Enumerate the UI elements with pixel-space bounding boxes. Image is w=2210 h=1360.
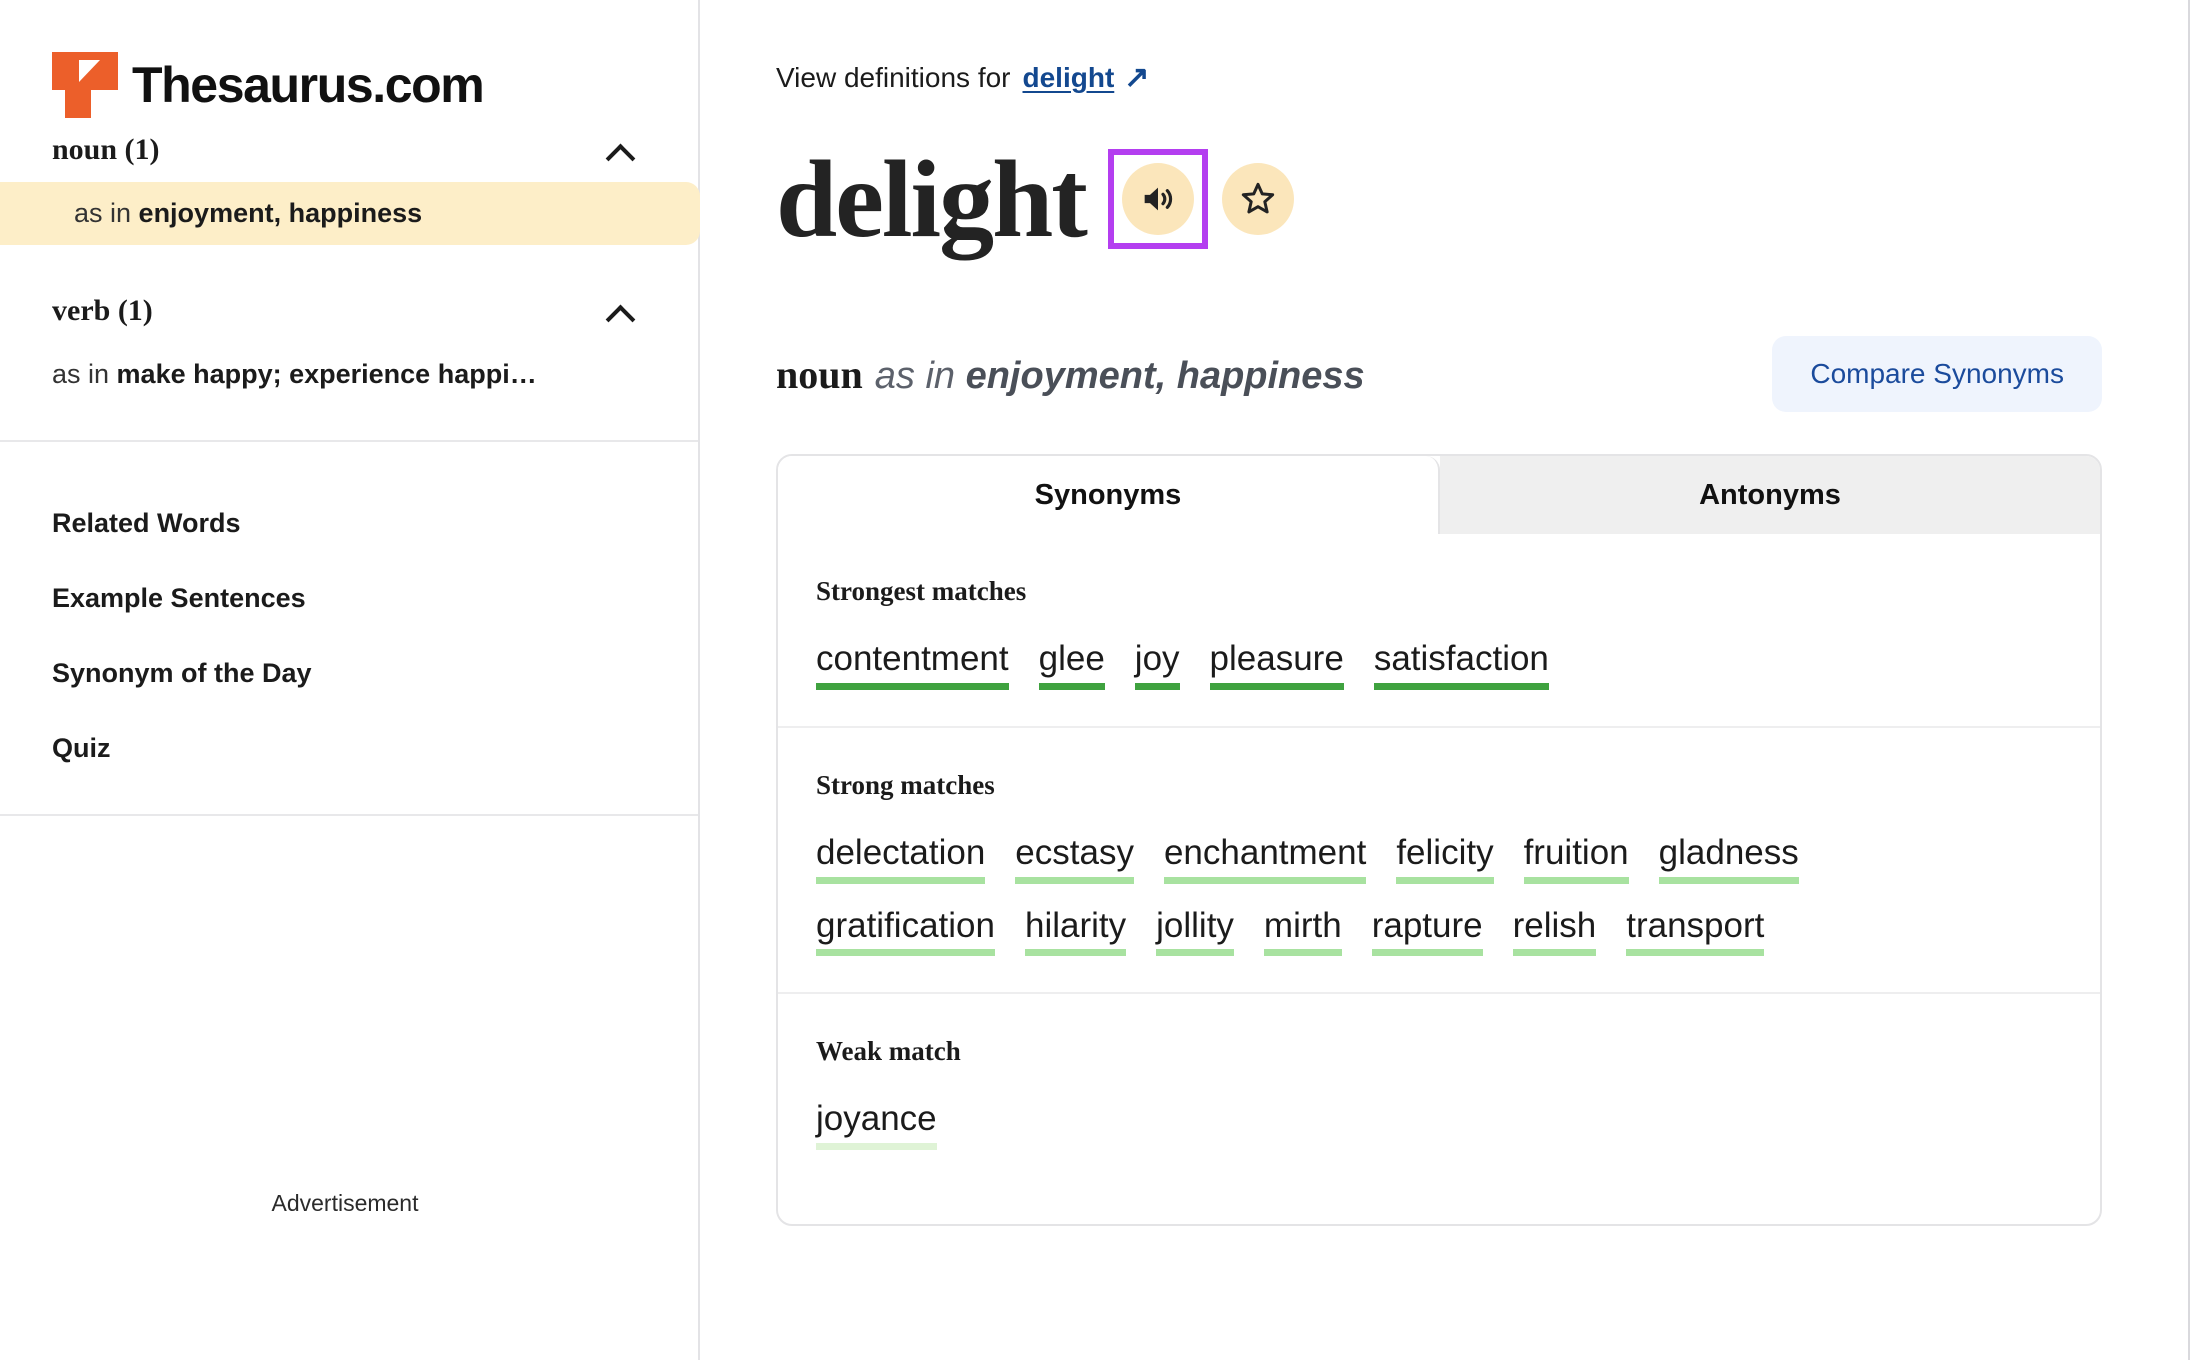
sidebar-sense-verb-0[interactable]: as in make happy; experience happi… <box>30 343 646 406</box>
pos-title-noun: noun (1) <box>52 133 160 166</box>
sense-label: make happy; experience happi… <box>116 359 537 389</box>
thesaurus-t-logo-icon <box>52 52 118 118</box>
scrollbar-thumb[interactable] <box>2195 0 2207 430</box>
pos-header-verb[interactable]: verb (1) <box>52 279 646 343</box>
synonym-word[interactable]: relish <box>1512 907 1596 957</box>
synonym-word[interactable]: satisfaction <box>1373 640 1550 690</box>
sense-as-in: as in enjoyment, happiness <box>875 355 1365 397</box>
sense-prefix: as in <box>52 359 117 389</box>
synonym-word[interactable]: ecstasy <box>1015 834 1134 884</box>
match-group-strong: Strong matches delectation ecstasy encha… <box>778 725 2100 993</box>
sidebar: Thesaurus.com noun (1) as in enjoyment, … <box>0 0 700 1360</box>
synonym-word[interactable]: jollity <box>1156 907 1234 957</box>
synonym-word[interactable]: enchantment <box>1163 834 1367 884</box>
synonym-word[interactable]: pleasure <box>1209 640 1345 690</box>
word-rows: delectation ecstasy enchantment felicity… <box>816 834 2062 957</box>
view-definitions-prefix: View definitions for <box>776 62 1011 93</box>
advertisement-label: Advertisement <box>271 1190 419 1216</box>
pos-group-noun: noun (1) as in enjoyment, happiness <box>0 118 700 245</box>
sense-pos: noun <box>776 351 863 397</box>
match-group-strongest: Strongest matches contentment glee joy p… <box>778 534 2100 726</box>
sidebar-divider-bottom <box>0 814 698 816</box>
synonym-word[interactable]: joy <box>1134 640 1180 690</box>
synonym-word[interactable]: transport <box>1626 907 1765 957</box>
synonym-word[interactable]: gratification <box>816 907 995 957</box>
sidebar-nav: Related Words Example Sentences Synonym … <box>0 442 698 786</box>
pos-group-verb: verb (1) as in make happy; experience ha… <box>0 279 698 406</box>
synonym-word[interactable]: joyance <box>816 1100 937 1150</box>
tab-bar: Synonyms Antonyms <box>778 456 2100 534</box>
speaker-audio-icon <box>1144 187 1173 211</box>
word-row: gratification hilarity jollity mirth rap… <box>816 907 2062 957</box>
synonym-word[interactable]: felicity <box>1396 834 1494 884</box>
synonym-word[interactable]: mirth <box>1263 907 1342 957</box>
chevron-up-icon[interactable] <box>606 302 636 320</box>
chevron-up-icon[interactable] <box>606 141 636 159</box>
sense-prefix: as in <box>874 354 966 397</box>
match-group-title: Strongest matches <box>816 576 1027 606</box>
match-group-weak: Weak match joyance <box>778 992 2100 1224</box>
synonym-word[interactable]: glee <box>1038 640 1105 690</box>
brand-name: Thesaurus.com <box>132 57 485 113</box>
favorite-button[interactable] <box>1221 163 1294 235</box>
word-row: delectation ecstasy enchantment felicity… <box>816 834 2062 884</box>
sidebar-item-example-sentences[interactable]: Example Sentences <box>52 561 646 636</box>
audio-pronunciation-button[interactable] <box>1121 163 1194 235</box>
sidebar-item-related-words[interactable]: Related Words <box>52 486 646 561</box>
star-outline-icon <box>1241 182 1275 214</box>
match-group-title: Weak match <box>816 1036 961 1067</box>
sense-label: enjoyment, happiness <box>965 354 1365 397</box>
main-content: View definitions for delight ↗ delight n… <box>700 0 2210 1360</box>
word-rows: contentment glee joy pleasure satisfacti… <box>816 640 2062 690</box>
sidebar-item-quiz[interactable]: Quiz <box>52 711 646 786</box>
sidebar-sense-noun-0[interactable]: as in enjoyment, happiness <box>0 182 700 245</box>
audio-button-highlight <box>1107 149 1208 249</box>
pos-header-noun[interactable]: noun (1) <box>52 118 646 182</box>
view-definitions-line: View definitions for delight ↗ <box>776 62 2210 94</box>
pos-title-verb: verb (1) <box>52 294 153 327</box>
sense-header: noun as in enjoyment, happiness <box>776 351 1365 398</box>
synonym-word[interactable]: hilarity <box>1024 907 1127 957</box>
synonym-word[interactable]: contentment <box>816 640 1009 690</box>
match-group-title: Strong matches <box>816 769 995 800</box>
page-scrollbar[interactable] <box>2188 0 2210 1360</box>
brand-logo[interactable]: Thesaurus.com <box>0 0 698 118</box>
word-row: contentment glee joy pleasure satisfacti… <box>816 640 2062 690</box>
thesaurus-page: Thesaurus.com noun (1) as in enjoyment, … <box>0 0 2210 1360</box>
page-title: delight <box>776 138 1088 260</box>
sense-label: enjoyment, happiness <box>138 198 423 228</box>
synonym-word[interactable]: delectation <box>816 834 986 884</box>
external-link-arrow-icon[interactable]: ↗ <box>1124 63 1149 93</box>
compare-synonyms-button[interactable]: Compare Synonyms <box>1772 336 2102 412</box>
definitions-link[interactable]: delight <box>1023 62 1115 94</box>
sidebar-item-synonym-of-the-day[interactable]: Synonym of the Day <box>52 636 646 711</box>
tab-synonyms[interactable]: Synonyms <box>778 456 1440 534</box>
synonyms-card: Synonyms Antonyms Strongest matches cont… <box>776 454 2102 1226</box>
sense-header-row: noun as in enjoyment, happiness Compare S… <box>776 336 2210 412</box>
synonym-word[interactable]: rapture <box>1371 907 1483 957</box>
synonym-word[interactable]: fruition <box>1523 834 1629 884</box>
sense-prefix: as in <box>74 198 139 228</box>
word-rows: joyance <box>816 1100 2062 1150</box>
headword-row: delight <box>776 134 2210 264</box>
word-row: joyance <box>816 1100 2062 1150</box>
tab-antonyms[interactable]: Antonyms <box>1440 456 2100 534</box>
synonym-word[interactable]: gladness <box>1658 834 1799 884</box>
